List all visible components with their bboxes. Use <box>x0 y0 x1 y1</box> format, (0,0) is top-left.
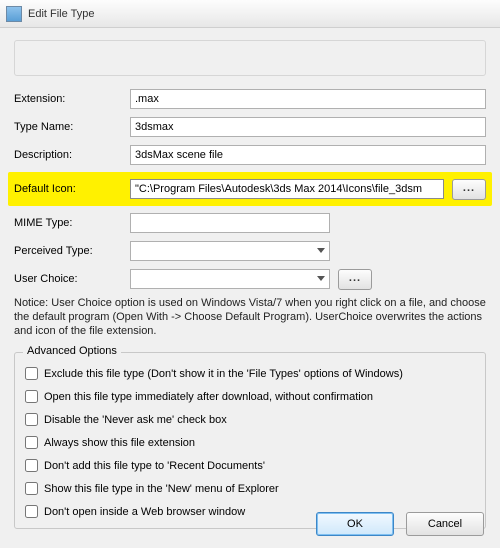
app-icon <box>6 6 22 22</box>
option-label: Don't open inside a Web browser window <box>44 506 245 518</box>
select-user-choice[interactable] <box>130 269 330 289</box>
option-label: Exclude this file type (Don't show it in… <box>44 368 403 380</box>
select-perceived-type[interactable] <box>130 241 330 261</box>
titlebar: Edit File Type <box>0 0 500 28</box>
option-label: Always show this file extension <box>44 437 195 449</box>
checkbox-show-in-new-menu[interactable] <box>25 482 38 495</box>
default-icon-highlight: Default Icon: "C:\Program Files\Autodesk… <box>8 172 492 206</box>
label-type-name: Type Name: <box>14 121 130 133</box>
option-open-immediately[interactable]: Open this file type immediately after do… <box>25 390 475 403</box>
window-title: Edit File Type <box>28 8 94 20</box>
row-perceived-type: Perceived Type: <box>14 240 486 262</box>
option-label: Disable the 'Never ask me' check box <box>44 414 227 426</box>
browse-user-choice-button[interactable]: ... <box>338 269 372 290</box>
advanced-options-group: Advanced Options Exclude this file type … <box>14 352 486 529</box>
option-dont-add-recent[interactable]: Don't add this file type to 'Recent Docu… <box>25 459 475 472</box>
input-mime-type[interactable] <box>130 213 330 233</box>
checkbox-disable-never-ask[interactable] <box>25 413 38 426</box>
option-exclude-file-type[interactable]: Exclude this file type (Don't show it in… <box>25 367 475 380</box>
row-type-name: Type Name: 3dsmax <box>14 116 486 138</box>
dialog-buttons: OK Cancel <box>316 512 484 536</box>
label-default-icon: Default Icon: <box>14 183 130 195</box>
row-extension: Extension: .max <box>14 88 486 110</box>
checkbox-dont-open-in-browser[interactable] <box>25 505 38 518</box>
row-default-icon: Default Icon: "C:\Program Files\Autodesk… <box>14 178 486 200</box>
option-label: Don't add this file type to 'Recent Docu… <box>44 460 265 472</box>
label-extension: Extension: <box>14 93 130 105</box>
row-description: Description: 3dsMax scene file <box>14 144 486 166</box>
option-label: Show this file type in the 'New' menu of… <box>44 483 279 495</box>
checkbox-dont-add-recent[interactable] <box>25 459 38 472</box>
input-default-icon[interactable]: "C:\Program Files\Autodesk\3ds Max 2014\… <box>130 179 444 199</box>
option-show-in-new-menu[interactable]: Show this file type in the 'New' menu of… <box>25 482 475 495</box>
option-always-show-extension[interactable]: Always show this file extension <box>25 436 475 449</box>
label-perceived-type: Perceived Type: <box>14 245 130 257</box>
row-mime-type: MIME Type: <box>14 212 486 234</box>
checkbox-always-show-extension[interactable] <box>25 436 38 449</box>
cancel-button[interactable]: Cancel <box>406 512 484 536</box>
label-description: Description: <box>14 149 130 161</box>
checkbox-open-immediately[interactable] <box>25 390 38 403</box>
ok-button[interactable]: OK <box>316 512 394 536</box>
input-extension[interactable]: .max <box>130 89 486 109</box>
browse-default-icon-button[interactable]: ... <box>452 179 486 200</box>
dialog-content: Extension: .max Type Name: 3dsmax Descri… <box>0 28 500 535</box>
row-user-choice: User Choice: ... <box>14 268 486 290</box>
checkbox-exclude-file-type[interactable] <box>25 367 38 380</box>
user-choice-notice: Notice: User Choice option is used on Wi… <box>14 296 486 338</box>
option-disable-never-ask[interactable]: Disable the 'Never ask me' check box <box>25 413 475 426</box>
input-type-name[interactable]: 3dsmax <box>130 117 486 137</box>
label-mime-type: MIME Type: <box>14 217 130 229</box>
label-user-choice: User Choice: <box>14 273 130 285</box>
advanced-options-legend: Advanced Options <box>23 345 121 357</box>
input-description[interactable]: 3dsMax scene file <box>130 145 486 165</box>
top-panel <box>14 40 486 76</box>
option-label: Open this file type immediately after do… <box>44 391 373 403</box>
